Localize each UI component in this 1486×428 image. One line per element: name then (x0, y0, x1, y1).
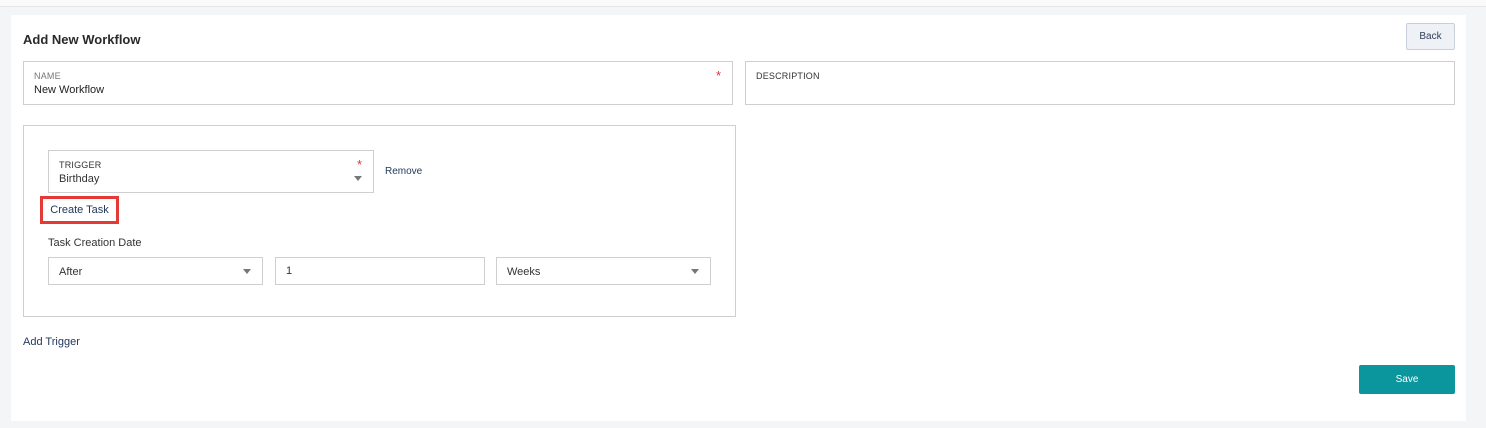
description-input[interactable] (756, 84, 1436, 96)
create-task-link[interactable]: Create Task (40, 196, 119, 224)
top-bar (0, 0, 1486, 7)
back-button[interactable]: Back (1406, 23, 1455, 50)
chevron-down-icon (691, 269, 699, 274)
remove-trigger-link[interactable]: Remove (385, 166, 422, 177)
description-field-label: DESCRIPTION (756, 71, 820, 81)
trigger-select-value: Birthday (59, 173, 100, 185)
trigger-select[interactable]: TRIGGER * Birthday (48, 150, 374, 193)
name-field-label: NAME (34, 71, 61, 81)
timing-select[interactable]: After (48, 257, 263, 285)
workflow-form-card: Add New Workflow Back NAME * DESCRIPTION… (11, 15, 1466, 421)
description-field[interactable]: DESCRIPTION (745, 61, 1455, 105)
chevron-down-icon (354, 176, 362, 181)
trigger-select-label: TRIGGER (59, 160, 102, 170)
task-offset-amount-input[interactable] (275, 257, 485, 285)
chevron-down-icon (243, 269, 251, 274)
save-button[interactable]: Save (1359, 365, 1455, 394)
required-indicator: * (716, 68, 722, 83)
required-indicator: * (357, 157, 363, 172)
page-title: Add New Workflow (23, 32, 141, 47)
add-trigger-link[interactable]: Add Trigger (23, 336, 80, 348)
trigger-panel: TRIGGER * Birthday Remove Create Task Ta… (23, 125, 736, 317)
task-creation-date-label: Task Creation Date (48, 237, 142, 249)
name-input[interactable] (34, 84, 334, 96)
timing-select-value: After (59, 266, 83, 278)
unit-select-value: Weeks (507, 266, 541, 278)
name-field[interactable]: NAME * (23, 61, 733, 105)
unit-select[interactable]: Weeks (496, 257, 711, 285)
